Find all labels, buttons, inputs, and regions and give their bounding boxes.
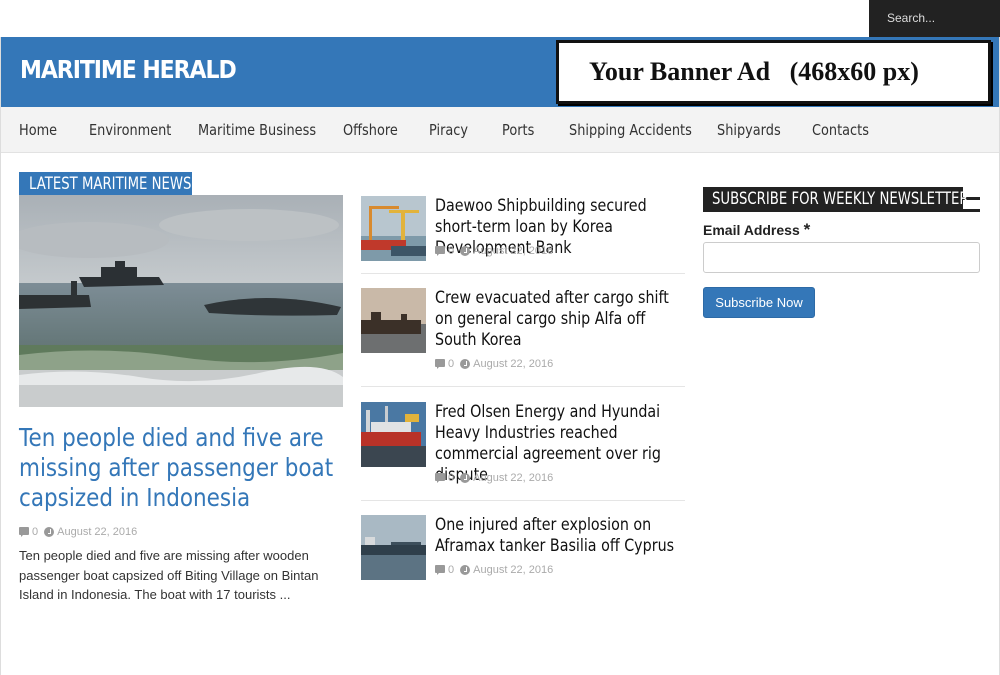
search-input[interactable]	[887, 11, 987, 25]
nav-item-home[interactable]: Home	[19, 121, 57, 139]
divider	[361, 386, 685, 387]
email-label: Email Address *	[703, 220, 810, 240]
newsletter-heading-text: SUBSCRIBE FOR WEEKLY NEWSLETTER	[712, 189, 969, 209]
main-nav: Home Environment Maritime Business Offsh…	[0, 107, 1000, 153]
featured-article-excerpt: Ten people died and five are missing aft…	[19, 548, 319, 602]
article-date: August 22, 2016	[473, 245, 554, 257]
email-field[interactable]	[703, 242, 980, 273]
article-date: August 22, 2016	[473, 358, 554, 370]
news-thumbnail[interactable]	[361, 402, 426, 467]
top-bar	[0, 0, 1000, 37]
site-title[interactable]: MARITIME HERALD	[20, 55, 237, 84]
latest-news-heading: LATEST MARITIME NEWS	[19, 172, 192, 195]
site-header: MARITIME HERALD Your Banner Ad (468x60 p…	[0, 37, 1000, 107]
shipyard-photo	[361, 196, 426, 261]
required-mark: *	[803, 220, 811, 239]
clock-icon	[460, 565, 471, 575]
article-date: August 22, 2016	[473, 564, 554, 576]
comment-count[interactable]: 0	[448, 472, 454, 484]
article-date: August 22, 2016	[473, 472, 554, 484]
comment-count[interactable]: 0	[32, 526, 38, 538]
offshore-rig-photo	[361, 402, 426, 467]
comment-icon	[435, 473, 445, 483]
nav-item-environment[interactable]: Environment	[89, 121, 171, 139]
news-thumbnail[interactable]	[361, 515, 426, 580]
nav-item-piracy[interactable]: Piracy	[429, 121, 468, 139]
featured-image-photo	[19, 195, 343, 407]
news-item-meta: 0 August 22, 2016	[435, 472, 553, 484]
nav-item-shipyards[interactable]: Shipyards	[717, 121, 781, 139]
article-date: August 22, 2016	[57, 526, 138, 538]
comment-count[interactable]: 0	[448, 245, 454, 257]
news-item-meta: 0 August 22, 2016	[435, 358, 553, 370]
nav-item-ports[interactable]: Ports	[502, 121, 534, 139]
comment-icon	[435, 246, 445, 256]
comment-icon	[19, 527, 29, 537]
news-thumbnail[interactable]	[361, 196, 426, 261]
divider	[361, 273, 685, 274]
featured-image[interactable]	[19, 195, 343, 407]
news-thumbnail[interactable]	[361, 288, 426, 353]
clock-icon	[460, 473, 471, 483]
nav-item-shipping-accidents[interactable]: Shipping Accidents	[569, 121, 692, 139]
news-item-meta: 0 August 22, 2016	[435, 245, 553, 257]
featured-article-meta: 0 August 22, 2016	[19, 526, 137, 538]
comment-icon	[435, 565, 445, 575]
clock-icon	[460, 359, 471, 369]
divider	[361, 500, 685, 501]
clock-icon	[460, 246, 471, 256]
banner-ad[interactable]: Your Banner Ad (468x60 px)	[556, 40, 991, 104]
subscribe-button[interactable]: Subscribe Now	[703, 287, 815, 318]
nav-item-maritime-business[interactable]: Maritime Business	[198, 121, 316, 139]
email-label-text: Email Address	[703, 222, 800, 238]
featured-article-title[interactable]: Ten people died and five are missing aft…	[19, 423, 337, 513]
clock-icon	[44, 527, 55, 537]
cargo-ship-photo	[361, 288, 426, 353]
nav-item-offshore[interactable]: Offshore	[343, 121, 398, 139]
tanker-photo	[361, 515, 426, 580]
banner-ad-text: Your Banner Ad (468x60 px)	[589, 57, 919, 86]
comment-count[interactable]: 0	[448, 358, 454, 370]
search-box[interactable]	[869, 0, 1000, 37]
news-item-title[interactable]: Crew evacuated after cargo shift on gene…	[435, 288, 687, 351]
newsletter-heading: SUBSCRIBE FOR WEEKLY NEWSLETTER	[703, 187, 980, 212]
comment-count[interactable]: 0	[448, 564, 454, 576]
news-item-meta: 0 August 22, 2016	[435, 564, 553, 576]
comment-icon	[435, 359, 445, 369]
latest-news-heading-text: LATEST MARITIME NEWS	[29, 174, 192, 194]
news-item-title[interactable]: One injured after explosion on Aframax t…	[435, 515, 687, 557]
nav-item-contacts[interactable]: Contacts	[812, 121, 869, 139]
